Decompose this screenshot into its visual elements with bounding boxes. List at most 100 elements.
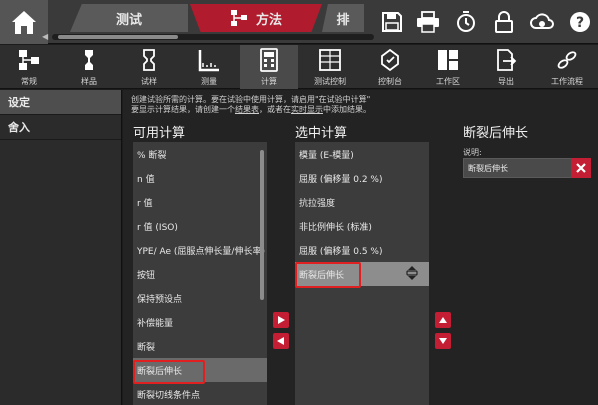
help-button[interactable]: ? <box>566 8 594 36</box>
detail-title: 断裂后伸长 <box>463 126 529 141</box>
tab-next-label: 排 <box>336 12 350 28</box>
test-control-icon <box>319 49 341 71</box>
tab-scrollbar[interactable] <box>52 34 374 40</box>
list-item-selected[interactable]: 断裂后伸长 <box>295 262 429 286</box>
toolbar-specimen-label: 样品 <box>81 77 97 86</box>
home-icon <box>12 11 36 34</box>
toolbar-test-control[interactable]: 测试控制 <box>300 45 360 89</box>
reset-timer-button[interactable] <box>452 8 480 36</box>
arrow-left-icon <box>277 337 284 345</box>
available-list-scrollbar[interactable] <box>260 150 264 300</box>
description-text-a: 要显示计算结果，请创建一个 <box>131 105 235 114</box>
sample-icon <box>143 49 155 71</box>
list-item[interactable]: 补偿能量 <box>133 310 267 334</box>
main-panel: 创建试验所需的计算。要在试验中使用计算，请启用"在试验中计算" 要显示计算结果，… <box>123 90 598 405</box>
description-line-1: 创建试验所需的计算。要在试验中使用计算，请启用"在试验中计算" <box>131 95 371 104</box>
console-icon <box>381 48 399 72</box>
description-text: 创建试验所需的计算。要在试验中使用计算，请启用"在试验中计算" 要显示计算结果，… <box>131 95 431 115</box>
list-item[interactable]: 模量 (E-模量) <box>295 142 429 166</box>
results-table-link[interactable]: 结果表 <box>235 105 259 114</box>
toolbar-calculator[interactable]: 计算 <box>240 45 298 89</box>
home-button[interactable] <box>0 0 48 44</box>
scroll-left-icon[interactable]: ◀ <box>42 32 48 41</box>
description-label: 说明: <box>463 148 482 157</box>
lock-icon <box>495 11 513 33</box>
reorder-icon[interactable] <box>405 266 419 280</box>
sidebar-item-rounding[interactable]: 舍入 <box>0 115 121 140</box>
available-calculations-title: 可用计算 <box>133 126 186 141</box>
close-icon <box>576 163 586 173</box>
selected-calculations-title: 选中计算 <box>295 126 348 141</box>
toolbar-sample[interactable]: 试样 <box>120 45 178 89</box>
list-item[interactable]: 屈服 (偏移量 0.2 %) <box>295 166 429 190</box>
general-icon <box>19 50 39 70</box>
arrow-down-icon <box>439 338 447 344</box>
workflow-icon <box>557 51 577 69</box>
cloud-button[interactable] <box>528 8 556 36</box>
specimen-icon <box>85 50 93 70</box>
tab-method-label: 方法 <box>255 12 282 28</box>
print-icon <box>417 11 439 33</box>
toolbar-console-label: 控制台 <box>378 77 402 86</box>
realtime-display-link[interactable]: 实时显示 <box>291 105 323 114</box>
description-text-c: 中添加结果。 <box>323 105 371 114</box>
remove-calculation-button[interactable] <box>273 333 289 349</box>
list-item[interactable]: 按钮 <box>133 262 267 286</box>
list-item-label: 断裂后伸长 <box>299 270 345 281</box>
toolbar-console[interactable]: 控制台 <box>362 45 418 89</box>
list-item[interactable]: 断裂切线条件点 <box>133 382 267 405</box>
move-up-button[interactable] <box>435 312 451 328</box>
list-item[interactable]: YPE/ Ae (屈服点伸长量/伸长率) <box>133 238 267 262</box>
cloud-icon <box>530 13 554 29</box>
print-button[interactable] <box>414 8 442 36</box>
move-down-button[interactable] <box>435 333 451 349</box>
export-icon <box>497 49 517 71</box>
list-item[interactable]: 保持预设点 <box>133 286 267 310</box>
help-icon: ? <box>570 12 590 32</box>
list-item[interactable]: 非比例伸长 (标准) <box>295 214 429 238</box>
save-icon <box>382 12 402 32</box>
toolbar-general[interactable]: 常规 <box>0 45 58 89</box>
svg-text:?: ? <box>576 15 584 31</box>
method-icon <box>230 10 247 26</box>
tab-method[interactable]: 方法 <box>190 4 322 32</box>
toolbar-measure[interactable]: 测量 <box>180 45 238 89</box>
arrow-up-icon <box>439 317 447 323</box>
tab-test-label: 测试 <box>115 12 142 28</box>
sidebar: 设定 舍入 <box>0 90 122 405</box>
list-item[interactable]: n 值 <box>133 166 267 190</box>
calculator-icon <box>260 48 278 72</box>
add-calculation-button[interactable] <box>273 312 289 328</box>
toolbar-workflow[interactable]: 工作流程 <box>536 45 598 89</box>
list-item[interactable]: 屈服 (偏移量 0.5 %) <box>295 238 429 262</box>
sidebar-item-label: 舍入 <box>8 121 30 134</box>
toolbar-general-label: 常规 <box>21 77 37 86</box>
tab-test[interactable]: 测试 <box>70 4 188 32</box>
reset-timer-icon <box>457 11 475 32</box>
toolbar: 常规 样品 试样 测量 计算 测试控制 控制台 工作区 导出 工作流程 <box>0 45 598 89</box>
list-item[interactable]: r 值 (ISO) <box>133 214 267 238</box>
arrow-right-icon <box>278 316 285 324</box>
tab-scrollbar-thumb[interactable] <box>58 35 178 39</box>
toolbar-export[interactable]: 导出 <box>478 45 534 89</box>
available-calculations-list[interactable]: % 断裂 n 值 r 值 r 值 (ISO) YPE/ Ae (屈服点伸长量/伸… <box>133 142 267 405</box>
lock-button[interactable] <box>490 8 518 36</box>
list-item[interactable]: % 断裂 <box>133 142 267 166</box>
list-item[interactable]: r 值 <box>133 190 267 214</box>
toolbar-sample-label: 试样 <box>141 77 157 86</box>
list-item-selected[interactable]: 断裂后伸长 <box>133 358 267 382</box>
toolbar-export-label: 导出 <box>498 77 514 86</box>
toolbar-specimen[interactable]: 样品 <box>60 45 118 89</box>
sidebar-item-settings[interactable]: 设定 <box>0 90 121 115</box>
sidebar-item-label: 设定 <box>8 96 30 109</box>
save-button[interactable] <box>378 8 406 36</box>
tab-next[interactable]: 排 <box>322 4 364 32</box>
workspace-icon <box>438 50 458 70</box>
delete-button[interactable] <box>571 158 591 178</box>
selected-calculations-list[interactable]: 模量 (E-模量) 屈服 (偏移量 0.2 %) 抗拉强度 非比例伸长 (标准)… <box>295 142 429 405</box>
list-item[interactable]: 断裂 <box>133 334 267 358</box>
toolbar-workspace[interactable]: 工作区 <box>420 45 476 89</box>
toolbar-measure-label: 测量 <box>201 77 217 86</box>
list-item[interactable]: 抗拉强度 <box>295 190 429 214</box>
description-text-b: ，或者在 <box>259 105 291 114</box>
